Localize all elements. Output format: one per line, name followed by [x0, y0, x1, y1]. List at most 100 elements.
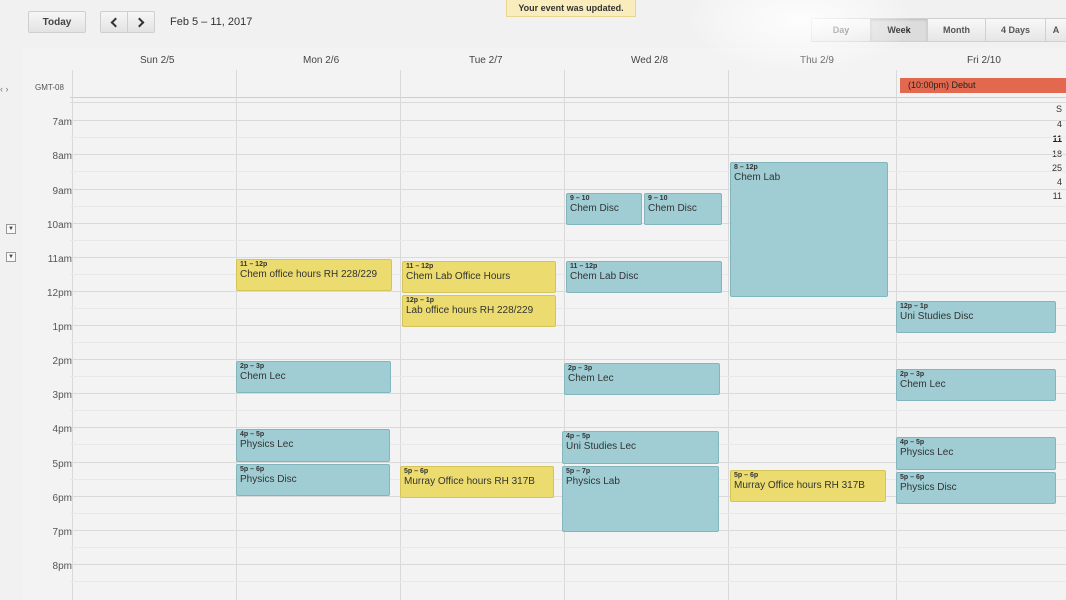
mini-calendar-day[interactable]: S [1040, 104, 1062, 114]
hour-label: 5pm [52, 459, 72, 470]
hour-label: 4pm [52, 424, 72, 435]
event-title: Chem office hours RH 228/229 [240, 269, 378, 280]
event-title: Chem Lec [240, 371, 286, 382]
day-header[interactable]: Fri 2/10 [967, 55, 1001, 66]
hour-label: 12pm [46, 288, 72, 299]
event-title: Chem Disc [648, 203, 697, 214]
event-time: 5p – 6p [240, 466, 265, 473]
view-switcher: Day Week Month 4 Days A [811, 18, 1066, 42]
day-header[interactable]: Thu 2/9 [800, 55, 834, 66]
timezone-label: GMT-08 [35, 83, 64, 92]
event-time: 5p – 6p [404, 468, 429, 475]
calendar-event[interactable]: 5p – 6p Physics Disc [896, 472, 1056, 504]
event-title: Chem Lec [568, 373, 614, 384]
day-header[interactable]: Mon 2/6 [303, 55, 339, 66]
day-header[interactable]: Sun 2/5 [140, 55, 174, 66]
event-title: Chem Lab Office Hours [406, 271, 511, 282]
next-week-button[interactable] [127, 11, 155, 33]
calendar-app: Today Feb 5 – 11, 2017 Your event was up… [0, 0, 1066, 600]
calendar-event[interactable]: 5p – 6p Murray Office hours RH 317B [400, 466, 554, 498]
calendar-event[interactable]: 11 – 12p Chem office hours RH 228/229 [236, 259, 392, 291]
hour-gridline [70, 120, 1066, 121]
day-column-divider [728, 70, 729, 600]
hour-label: 9am [52, 186, 72, 197]
event-time: 5p – 6p [900, 474, 925, 481]
calendar-event[interactable]: 9 – 10 Chem Disc [644, 193, 722, 225]
event-title: Uni Studies Disc [900, 311, 974, 322]
expand-toggle-icon[interactable]: ▼ [6, 224, 16, 234]
event-time: 4p – 5p [566, 433, 591, 440]
event-time: 12p – 1p [406, 297, 435, 304]
day-column-divider [400, 70, 401, 600]
calendar-event[interactable]: 12p – 1p Lab office hours RH 228/229 [402, 295, 556, 327]
half-hour-gridline [70, 342, 1066, 343]
day-column-divider [236, 70, 237, 600]
view-week-button[interactable]: Week [870, 18, 928, 42]
day-header[interactable]: Wed 2/8 [631, 55, 668, 66]
event-title: Chem Lab [734, 172, 781, 183]
hour-gridline [70, 189, 1066, 190]
hour-label: 6pm [52, 493, 72, 504]
calendar-event[interactable]: 5p – 7p Physics Lab [562, 466, 719, 532]
mini-calendar-nav[interactable]: ‹ › [0, 84, 9, 94]
event-time: 5p – 6p [734, 472, 759, 479]
mini-calendar-day[interactable]: 11 [1040, 134, 1062, 144]
event-time: 2p – 3p [240, 363, 265, 370]
view-agenda-button[interactable]: A [1045, 18, 1066, 42]
mini-calendar-day[interactable]: 4 [1040, 177, 1062, 187]
hour-label: 11am [47, 254, 72, 265]
all-day-event[interactable]: (10:00pm) Debut [900, 78, 1066, 93]
hour-label: 1pm [52, 322, 72, 333]
event-title: Physics Lec [240, 439, 294, 450]
calendar-event[interactable]: 4p – 5p Uni Studies Lec [562, 431, 719, 464]
calendar-event[interactable]: 2p – 3p Chem Lec [564, 363, 720, 395]
view-4days-button[interactable]: 4 Days [985, 18, 1046, 42]
mini-calendar-day[interactable]: 11 [1040, 191, 1062, 201]
today-button[interactable]: Today [28, 11, 86, 33]
event-title: Uni Studies Lec [566, 441, 637, 452]
hour-label: 3pm [52, 390, 72, 401]
calendar-event[interactable]: 8 – 12p Chem Lab [730, 162, 888, 297]
event-time: 2p – 3p [900, 371, 925, 378]
hour-label: 10am [46, 220, 72, 231]
calendar-event[interactable]: 12p – 1p Uni Studies Disc [896, 301, 1056, 333]
event-time: 4p – 5p [240, 431, 265, 438]
event-time: 2p – 3p [568, 365, 593, 372]
event-title: Physics Lab [566, 476, 620, 487]
hour-label: 2pm [52, 356, 72, 367]
expand-toggle-icon[interactable]: ▼ [6, 252, 16, 262]
event-title: Chem Lab Disc [570, 271, 639, 282]
half-hour-gridline [70, 547, 1066, 548]
date-range-label: Feb 5 – 11, 2017 [170, 16, 253, 28]
view-month-button[interactable]: Month [927, 18, 986, 42]
event-title: Physics Disc [900, 482, 957, 493]
day-header[interactable]: Tue 2/7 [469, 55, 503, 66]
view-day-button[interactable]: Day [811, 18, 871, 42]
event-time: 11 – 12p [240, 261, 268, 268]
event-title: Murray Office hours RH 317B [734, 480, 865, 491]
hour-gridline [70, 427, 1066, 428]
previous-week-button[interactable] [100, 11, 128, 33]
calendar-event[interactable]: 5p – 6p Physics Disc [236, 464, 390, 496]
calendar-event[interactable]: 2p – 3p Chem Lec [896, 369, 1056, 401]
hour-gridline [70, 257, 1066, 258]
calendar-event[interactable]: 11 – 12p Chem Lab Disc [566, 261, 722, 293]
calendar-event[interactable]: 4p – 5p Physics Lec [236, 429, 390, 462]
day-column-divider [896, 70, 897, 600]
hour-gridline [70, 154, 1066, 155]
calendar-event[interactable]: 2p – 3p Chem Lec [236, 361, 391, 393]
calendar-event[interactable]: 4p – 5p Physics Lec [896, 437, 1056, 470]
event-time: 5p – 7p [566, 468, 591, 475]
hour-label: 8am [52, 151, 72, 162]
event-title: Chem Lec [900, 379, 946, 390]
hour-gridline [70, 102, 1066, 103]
half-hour-gridline [70, 171, 1066, 172]
calendar-event[interactable]: 11 – 12p Chem Lab Office Hours [402, 261, 556, 293]
hour-label: 7am [52, 117, 72, 128]
event-title: Physics Lec [900, 447, 954, 458]
half-hour-gridline [70, 581, 1066, 582]
calendar-event[interactable]: 5p – 6p Murray Office hours RH 317B [730, 470, 886, 502]
hour-label: 7pm [52, 527, 72, 538]
event-title: Physics Disc [240, 474, 297, 485]
calendar-event[interactable]: 9 – 10 Chem Disc [566, 193, 642, 225]
